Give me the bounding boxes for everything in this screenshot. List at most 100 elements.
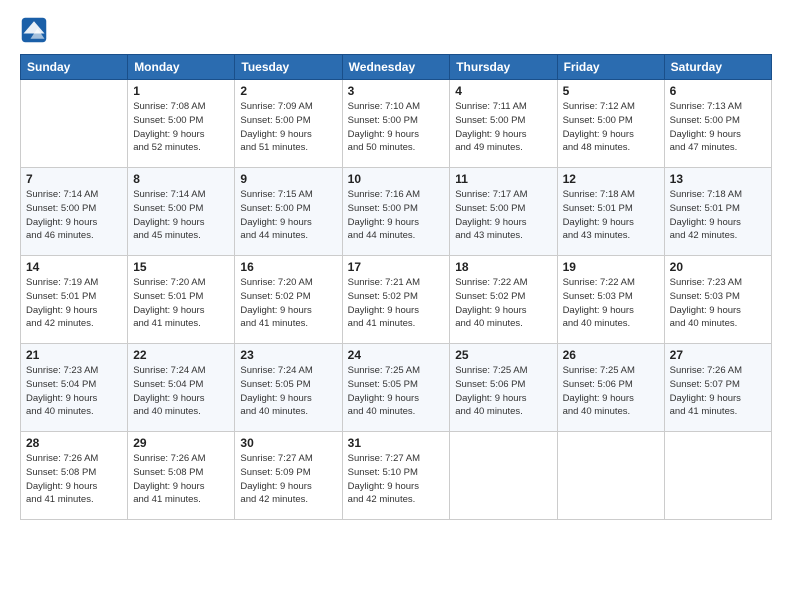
calendar-cell: 20 Sunrise: 7:23 AM Sunset: 5:03 PM Dayli… (664, 256, 771, 344)
day-number: 31 (348, 436, 445, 450)
calendar-cell: 24 Sunrise: 7:25 AM Sunset: 5:05 PM Dayli… (342, 344, 450, 432)
calendar-week-row: 7 Sunrise: 7:14 AM Sunset: 5:00 PM Daylig… (21, 168, 772, 256)
calendar-cell: 18 Sunrise: 7:22 AM Sunset: 5:02 PM Dayli… (450, 256, 557, 344)
day-info: Sunrise: 7:12 AM Sunset: 5:00 PM Dayligh… (563, 100, 659, 155)
day-info: Sunrise: 7:26 AM Sunset: 5:08 PM Dayligh… (26, 452, 122, 507)
day-number: 20 (670, 260, 766, 274)
day-info: Sunrise: 7:24 AM Sunset: 5:05 PM Dayligh… (240, 364, 336, 419)
day-number: 29 (133, 436, 229, 450)
day-number: 2 (240, 84, 336, 98)
logo-icon (20, 16, 48, 44)
day-info: Sunrise: 7:23 AM Sunset: 5:03 PM Dayligh… (670, 276, 766, 331)
calendar-cell: 14 Sunrise: 7:19 AM Sunset: 5:01 PM Dayli… (21, 256, 128, 344)
day-number: 8 (133, 172, 229, 186)
day-number: 13 (670, 172, 766, 186)
day-info: Sunrise: 7:21 AM Sunset: 5:02 PM Dayligh… (348, 276, 445, 331)
day-number: 7 (26, 172, 122, 186)
calendar-cell: 3 Sunrise: 7:10 AM Sunset: 5:00 PM Daylig… (342, 80, 450, 168)
logo (20, 16, 52, 44)
day-number: 16 (240, 260, 336, 274)
calendar-cell: 16 Sunrise: 7:20 AM Sunset: 5:02 PM Dayli… (235, 256, 342, 344)
day-info: Sunrise: 7:23 AM Sunset: 5:04 PM Dayligh… (26, 364, 122, 419)
day-number: 5 (563, 84, 659, 98)
calendar-cell: 19 Sunrise: 7:22 AM Sunset: 5:03 PM Dayli… (557, 256, 664, 344)
calendar-cell: 26 Sunrise: 7:25 AM Sunset: 5:06 PM Dayli… (557, 344, 664, 432)
day-number: 6 (670, 84, 766, 98)
calendar-cell: 10Sunrise: 7:16 AM Sunset: 5:00 PM Dayli… (342, 168, 450, 256)
calendar-cell: 17 Sunrise: 7:21 AM Sunset: 5:02 PM Dayli… (342, 256, 450, 344)
day-number: 4 (455, 84, 551, 98)
calendar-day-header: Wednesday (342, 55, 450, 80)
day-info: Sunrise: 7:22 AM Sunset: 5:03 PM Dayligh… (563, 276, 659, 331)
calendar-day-header: Saturday (664, 55, 771, 80)
calendar-cell: 29 Sunrise: 7:26 AM Sunset: 5:08 PM Dayli… (128, 432, 235, 520)
day-info: Sunrise: 7:24 AM Sunset: 5:04 PM Dayligh… (133, 364, 229, 419)
day-info: Sunrise: 7:27 AM Sunset: 5:10 PM Dayligh… (348, 452, 445, 507)
calendar-cell: 8 Sunrise: 7:14 AM Sunset: 5:00 PM Daylig… (128, 168, 235, 256)
header (20, 16, 772, 44)
day-info: Sunrise: 7:13 AM Sunset: 5:00 PM Dayligh… (670, 100, 766, 155)
day-number: 14 (26, 260, 122, 274)
day-info: Sunrise: 7:18 AM Sunset: 5:01 PM Dayligh… (563, 188, 659, 243)
day-info: Sunrise: 7:14 AM Sunset: 5:00 PM Dayligh… (133, 188, 229, 243)
day-info: Sunrise: 7:26 AM Sunset: 5:07 PM Dayligh… (670, 364, 766, 419)
calendar-cell: 31 Sunrise: 7:27 AM Sunset: 5:10 PM Dayli… (342, 432, 450, 520)
calendar-week-row: 14 Sunrise: 7:19 AM Sunset: 5:01 PM Dayli… (21, 256, 772, 344)
day-info: Sunrise: 7:26 AM Sunset: 5:08 PM Dayligh… (133, 452, 229, 507)
calendar-cell: 23 Sunrise: 7:24 AM Sunset: 5:05 PM Dayli… (235, 344, 342, 432)
calendar-cell: 25Sunrise: 7:25 AM Sunset: 5:06 PM Dayli… (450, 344, 557, 432)
calendar-cell: 13 Sunrise: 7:18 AM Sunset: 5:01 PM Dayli… (664, 168, 771, 256)
calendar-cell: 30 Sunrise: 7:27 AM Sunset: 5:09 PM Dayli… (235, 432, 342, 520)
day-number: 22 (133, 348, 229, 362)
calendar-day-header: Friday (557, 55, 664, 80)
day-number: 11 (455, 172, 551, 186)
day-info: Sunrise: 7:14 AM Sunset: 5:00 PM Dayligh… (26, 188, 122, 243)
calendar-cell (21, 80, 128, 168)
day-info: Sunrise: 7:27 AM Sunset: 5:09 PM Dayligh… (240, 452, 336, 507)
day-number: 12 (563, 172, 659, 186)
calendar-cell: 28Sunrise: 7:26 AM Sunset: 5:08 PM Dayli… (21, 432, 128, 520)
day-number: 21 (26, 348, 122, 362)
calendar-day-header: Monday (128, 55, 235, 80)
calendar-cell: 1 Sunrise: 7:08 AM Sunset: 5:00 PM Daylig… (128, 80, 235, 168)
day-info: Sunrise: 7:25 AM Sunset: 5:05 PM Dayligh… (348, 364, 445, 419)
day-number: 15 (133, 260, 229, 274)
day-number: 24 (348, 348, 445, 362)
day-info: Sunrise: 7:09 AM Sunset: 5:00 PM Dayligh… (240, 100, 336, 155)
page: SundayMondayTuesdayWednesdayThursdayFrid… (0, 0, 792, 612)
day-info: Sunrise: 7:19 AM Sunset: 5:01 PM Dayligh… (26, 276, 122, 331)
calendar-cell: 11Sunrise: 7:17 AM Sunset: 5:00 PM Dayli… (450, 168, 557, 256)
calendar-week-row: 28Sunrise: 7:26 AM Sunset: 5:08 PM Dayli… (21, 432, 772, 520)
calendar-cell: 9 Sunrise: 7:15 AM Sunset: 5:00 PM Daylig… (235, 168, 342, 256)
day-info: Sunrise: 7:08 AM Sunset: 5:00 PM Dayligh… (133, 100, 229, 155)
day-number: 27 (670, 348, 766, 362)
day-number: 1 (133, 84, 229, 98)
day-number: 3 (348, 84, 445, 98)
day-number: 23 (240, 348, 336, 362)
day-number: 18 (455, 260, 551, 274)
day-number: 9 (240, 172, 336, 186)
calendar-cell (664, 432, 771, 520)
day-info: Sunrise: 7:22 AM Sunset: 5:02 PM Dayligh… (455, 276, 551, 331)
day-number: 30 (240, 436, 336, 450)
day-info: Sunrise: 7:18 AM Sunset: 5:01 PM Dayligh… (670, 188, 766, 243)
calendar-table: SundayMondayTuesdayWednesdayThursdayFrid… (20, 54, 772, 520)
day-info: Sunrise: 7:25 AM Sunset: 5:06 PM Dayligh… (455, 364, 551, 419)
calendar-cell: 6 Sunrise: 7:13 AM Sunset: 5:00 PM Daylig… (664, 80, 771, 168)
day-number: 26 (563, 348, 659, 362)
calendar-cell: 5 Sunrise: 7:12 AM Sunset: 5:00 PM Daylig… (557, 80, 664, 168)
day-info: Sunrise: 7:10 AM Sunset: 5:00 PM Dayligh… (348, 100, 445, 155)
calendar-cell: 2 Sunrise: 7:09 AM Sunset: 5:00 PM Daylig… (235, 80, 342, 168)
day-info: Sunrise: 7:15 AM Sunset: 5:00 PM Dayligh… (240, 188, 336, 243)
calendar-cell: 7 Sunrise: 7:14 AM Sunset: 5:00 PM Daylig… (21, 168, 128, 256)
calendar-cell: 4Sunrise: 7:11 AM Sunset: 5:00 PM Daylig… (450, 80, 557, 168)
day-info: Sunrise: 7:20 AM Sunset: 5:02 PM Dayligh… (240, 276, 336, 331)
calendar-week-row: 21 Sunrise: 7:23 AM Sunset: 5:04 PM Dayli… (21, 344, 772, 432)
day-number: 19 (563, 260, 659, 274)
calendar-day-header: Tuesday (235, 55, 342, 80)
day-info: Sunrise: 7:25 AM Sunset: 5:06 PM Dayligh… (563, 364, 659, 419)
calendar-cell: 22 Sunrise: 7:24 AM Sunset: 5:04 PM Dayli… (128, 344, 235, 432)
day-info: Sunrise: 7:20 AM Sunset: 5:01 PM Dayligh… (133, 276, 229, 331)
day-number: 17 (348, 260, 445, 274)
calendar-cell: 12 Sunrise: 7:18 AM Sunset: 5:01 PM Dayli… (557, 168, 664, 256)
